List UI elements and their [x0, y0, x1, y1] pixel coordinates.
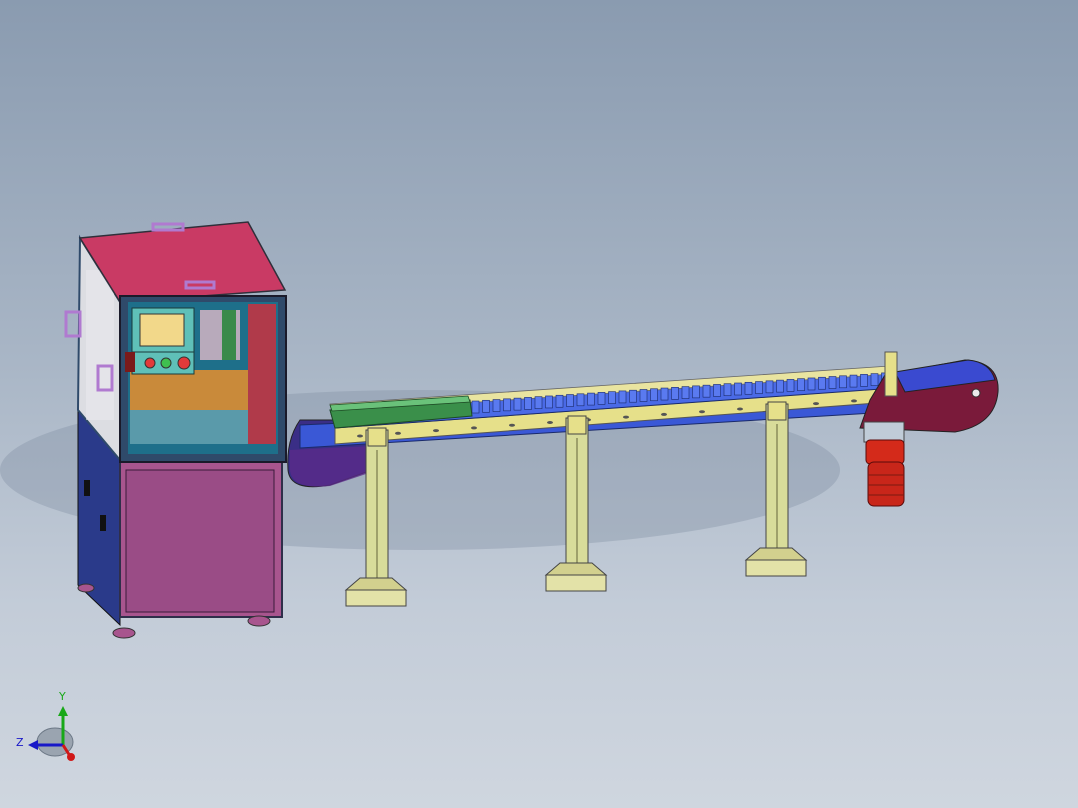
foot-front-right — [247, 615, 271, 627]
cabinet-upper-side-inner — [86, 270, 114, 420]
chain-link — [839, 375, 847, 389]
chain-link — [786, 379, 795, 392]
chain-link — [860, 374, 868, 387]
rail-slot — [813, 402, 819, 406]
chain-link — [671, 387, 679, 400]
chain-link — [482, 399, 490, 413]
cad-viewport[interactable]: Y Z — [0, 0, 1078, 808]
chain-link — [576, 393, 585, 407]
emergency-stop-button[interactable] — [177, 356, 191, 370]
chain-link — [660, 387, 669, 401]
start-button[interactable] — [160, 357, 172, 369]
rail-slot — [737, 407, 743, 411]
chain-link — [524, 397, 532, 410]
rail-slot — [547, 421, 553, 424]
cabinet-base-door — [125, 469, 275, 613]
chain-link — [818, 376, 826, 390]
chain-link — [681, 386, 690, 399]
interior-red-wall — [248, 304, 276, 444]
chain-link — [797, 378, 805, 391]
view-orientation-triad[interactable] — [28, 706, 75, 761]
chain-link — [492, 399, 501, 412]
foot-back-left — [77, 583, 95, 593]
chain-link — [713, 384, 721, 397]
machine-cabinet[interactable] — [64, 221, 287, 639]
interior-green-bar — [222, 310, 236, 360]
hmi-screen[interactable] — [139, 313, 185, 347]
chain-link — [744, 381, 753, 395]
chain-link — [807, 377, 816, 391]
chain-link — [566, 394, 574, 407]
base-side-slot-1 — [84, 480, 90, 496]
chain-link — [828, 376, 837, 389]
chain-link — [650, 388, 658, 402]
chain-link — [692, 385, 700, 399]
chain-link — [513, 397, 522, 411]
end-bracket — [884, 351, 898, 397]
chain-link — [503, 398, 511, 412]
assembly-model[interactable] — [0, 0, 1078, 808]
motor-mount — [863, 421, 905, 443]
drive-motor[interactable] — [863, 421, 905, 507]
stop-button[interactable] — [144, 357, 156, 369]
rail-slot — [357, 434, 363, 438]
foot-front-left — [112, 627, 136, 639]
triad-y-label: Y — [59, 690, 66, 703]
motor-body — [867, 461, 905, 507]
head-bolt — [971, 388, 981, 398]
base-side-slot-2 — [100, 515, 106, 531]
chain-link — [587, 392, 595, 406]
chain-link — [629, 389, 637, 403]
chain-link — [545, 395, 553, 409]
rail-slot — [395, 431, 401, 435]
top-handle[interactable] — [151, 222, 185, 232]
chain-link — [555, 394, 564, 408]
chain-link — [618, 390, 627, 404]
rail-slot — [471, 426, 477, 430]
rail-slot — [433, 429, 439, 433]
chain-link — [870, 373, 879, 386]
chain-link — [734, 382, 742, 396]
chain-link — [702, 384, 711, 398]
chain-link — [765, 380, 774, 394]
chain-link — [776, 379, 784, 393]
side-handle-upper[interactable] — [64, 310, 82, 338]
chain-link — [639, 389, 648, 402]
rail-slot — [623, 415, 629, 419]
triad-z-label: Z — [16, 736, 24, 749]
chain-link — [534, 396, 543, 409]
motor-gearbox — [865, 439, 905, 465]
chain-link — [755, 381, 763, 394]
chain-link — [471, 400, 480, 414]
chain-link — [608, 391, 616, 404]
control-box — [125, 352, 135, 372]
chain-link — [723, 383, 732, 397]
chain-link — [597, 392, 606, 405]
rail-slot — [851, 399, 857, 403]
rail-slot — [509, 423, 515, 427]
rail-slot — [661, 412, 667, 416]
chain-link — [849, 374, 858, 388]
rail-slot — [699, 410, 705, 414]
